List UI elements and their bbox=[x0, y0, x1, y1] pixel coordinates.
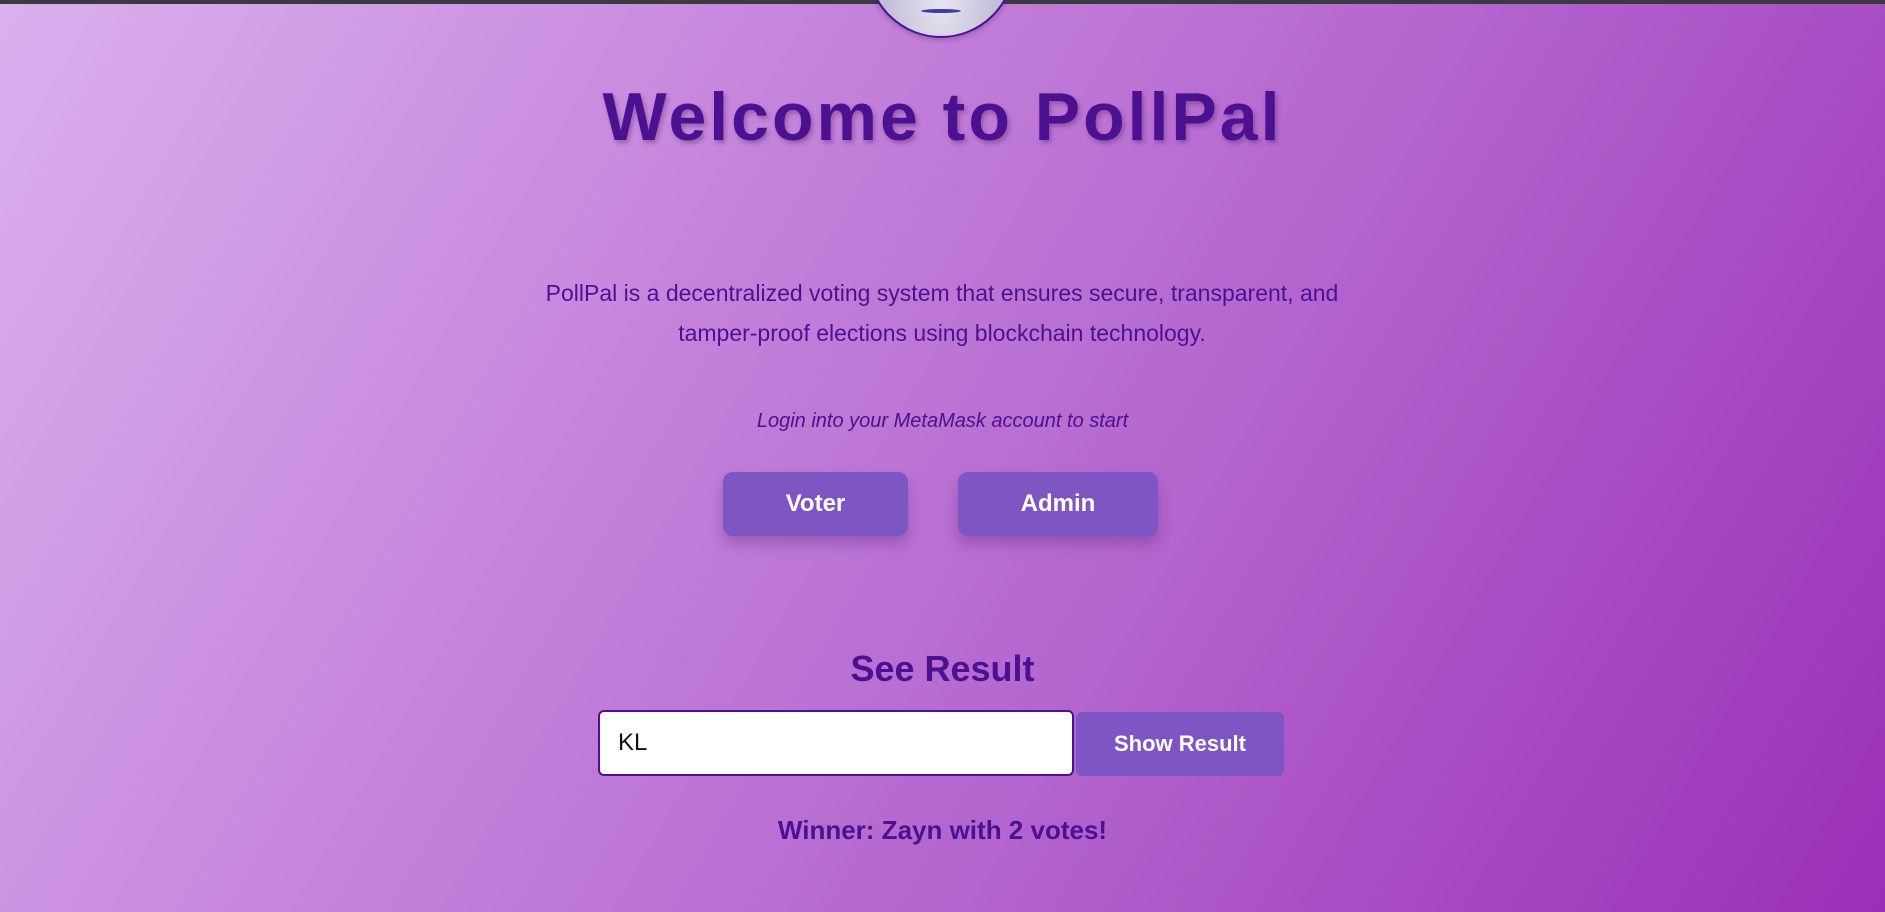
election-name-input[interactable] bbox=[598, 710, 1074, 776]
show-result-button[interactable]: Show Result bbox=[1076, 712, 1284, 776]
page-title: Welcome to PollPal bbox=[602, 79, 1283, 155]
pollpal-logo-icon bbox=[867, 0, 1015, 38]
voter-button[interactable]: Voter bbox=[723, 472, 908, 536]
logo-mark bbox=[921, 9, 961, 13]
admin-button[interactable]: Admin bbox=[958, 472, 1158, 536]
app-description: PollPal is a decentralized voting system… bbox=[545, 280, 1339, 346]
winner-result-text: Winner: Zayn with 2 votes! bbox=[777, 815, 1108, 845]
login-hint: Login into your MetaMask account to star… bbox=[756, 410, 1129, 432]
see-result-heading: See Result bbox=[850, 648, 1035, 689]
